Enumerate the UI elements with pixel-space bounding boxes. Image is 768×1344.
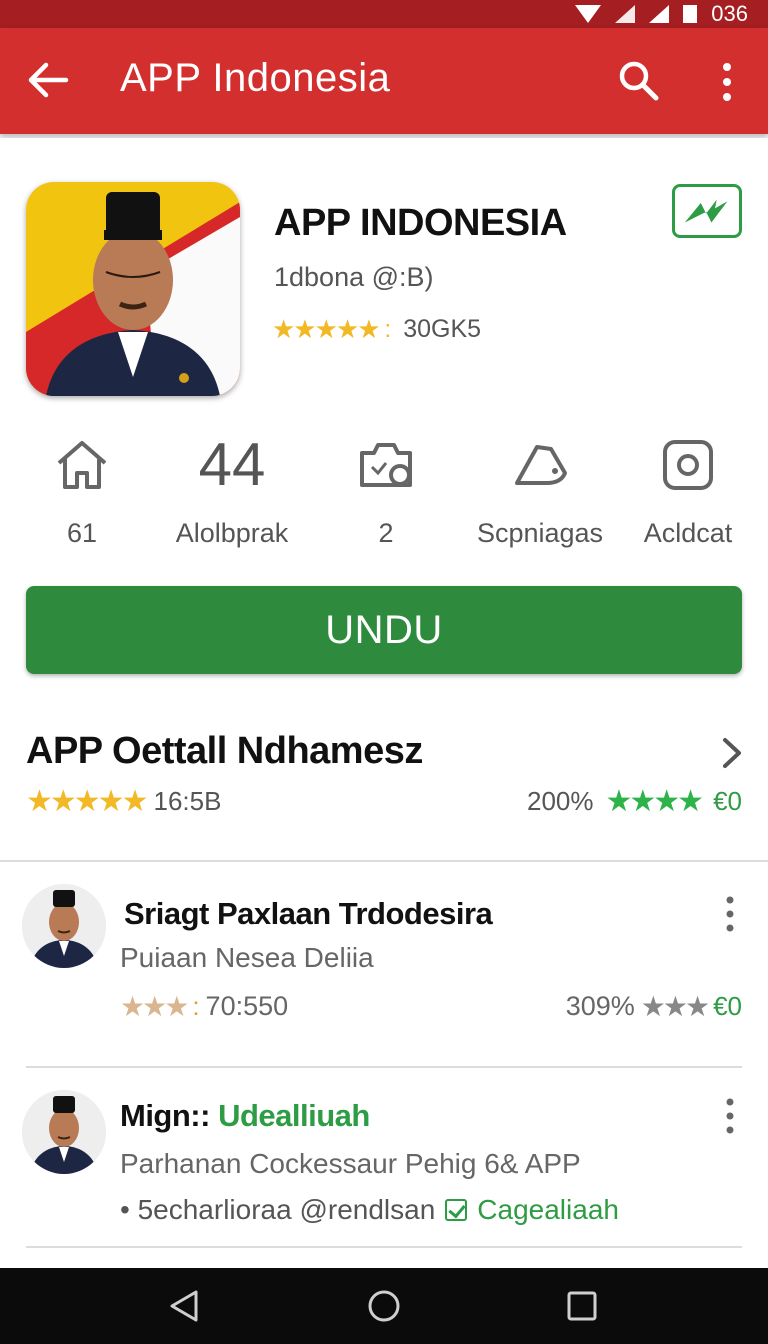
stat-count-label: Alolbprak	[175, 518, 289, 548]
stat-tag-label: Scpniagas	[476, 518, 604, 548]
review-rating: ★★★ : 70:550	[120, 990, 288, 1023]
stat-count[interactable]: 44 Alolbprak	[152, 430, 312, 549]
chevron-right-icon[interactable]	[720, 736, 744, 770]
stat-tag[interactable]: Scpniagas	[460, 430, 620, 549]
review-meta-text: • 5echarlioraa @rendlsan	[120, 1194, 436, 1225]
stat-count-value: 44	[198, 431, 266, 498]
rating-count: 30GK5	[403, 315, 482, 343]
signal-icon	[615, 5, 636, 23]
review-title-prefix: Mign::	[120, 1098, 210, 1133]
review-meta-link[interactable]: Cagealiaah	[477, 1194, 619, 1226]
status-time: 036	[711, 1, 748, 26]
back-arrow-icon[interactable]	[26, 58, 70, 102]
more-vert-icon[interactable]	[712, 60, 742, 104]
app-details-card: APP INDONESIA 1dbona @:B) ★★★★★ : 30GK5 …	[0, 138, 768, 1268]
section-green-stars: ★★★★	[605, 785, 705, 818]
stat-social[interactable]: Acldcat	[608, 430, 768, 549]
tag-icon	[515, 445, 567, 485]
home-nav-icon[interactable]	[366, 1288, 402, 1324]
section-percent: 200%	[527, 786, 594, 816]
app-name: APP INDONESIA	[274, 202, 567, 244]
review-right-value: €0	[713, 991, 742, 1021]
review-percent: 309%	[565, 991, 635, 1021]
signal-strength-icon	[649, 5, 670, 23]
section-rating-text: 16:5B	[153, 786, 222, 816]
home-icon	[57, 441, 107, 489]
review-title: Sriagt Paxlaan Trdodesira	[124, 896, 493, 931]
review-right-stars: ★★★	[640, 991, 710, 1022]
review-subtitle: Puiaan Nesea Deliia	[120, 942, 374, 973]
rating-separator: :	[384, 315, 392, 343]
back-nav-icon[interactable]	[166, 1288, 202, 1324]
status-bar: 036	[0, 0, 768, 28]
stat-home-value: 61	[66, 518, 98, 548]
check-icon	[445, 1199, 468, 1221]
instagram-icon	[663, 440, 713, 490]
app-rating: ★★★★★ : 30GK5	[272, 314, 481, 345]
app-bar-title: APP Indonesia	[120, 56, 391, 100]
developer-name[interactable]: 1dbona @:B)	[274, 262, 434, 293]
stat-social-label: Acldcat	[643, 518, 733, 548]
navigation-bar	[0, 1268, 768, 1344]
camera-icon	[360, 443, 412, 487]
review-stars: ★★★	[120, 991, 189, 1022]
section-stats: 200% ★★★★ €0	[527, 784, 742, 819]
review-title-highlight: Udealliuah	[218, 1098, 370, 1133]
divider	[0, 860, 768, 862]
section-title[interactable]: APP Oettall Ndhamesz	[26, 730, 423, 773]
divider	[26, 1246, 742, 1248]
more-vert-icon[interactable]	[720, 894, 740, 934]
stats-row: 61 44 Alolbprak 2 Scpniagas Acldcat	[0, 430, 768, 550]
recents-nav-icon[interactable]	[564, 1288, 600, 1324]
stat-camera[interactable]: 2	[306, 430, 466, 549]
search-icon[interactable]	[616, 58, 660, 102]
section-stars: ★★★★★	[26, 785, 148, 818]
section-right-value: €0	[713, 786, 742, 816]
review-value: 70:550	[205, 991, 289, 1021]
review-meta: • 5echarlioraa @rendlsan Cagealiaah	[120, 1194, 619, 1226]
app-bar: APP Indonesia	[0, 28, 768, 134]
stat-home[interactable]: 61	[2, 430, 162, 549]
review-title: Mign:: Udealliuah	[120, 1098, 370, 1134]
editors-choice-icon	[672, 184, 742, 238]
more-vert-icon[interactable]	[720, 1096, 740, 1136]
avatar	[22, 884, 106, 968]
avatar	[22, 1090, 106, 1174]
battery-icon	[683, 5, 698, 23]
divider	[26, 1066, 742, 1068]
app-icon	[26, 182, 240, 396]
review-subtitle: Parhanan Cockessaur Pehig 6& APP	[120, 1148, 581, 1179]
review-stats: 309% ★★★ €0	[566, 990, 742, 1023]
section-rating: ★★★★★ 16:5B	[26, 784, 221, 819]
stat-camera-value: 2	[378, 518, 394, 548]
rating-stars: ★★★★★	[272, 314, 381, 344]
wifi-icon	[575, 5, 602, 23]
install-button[interactable]: UNDU	[26, 586, 742, 674]
review-separator: :	[192, 991, 200, 1021]
